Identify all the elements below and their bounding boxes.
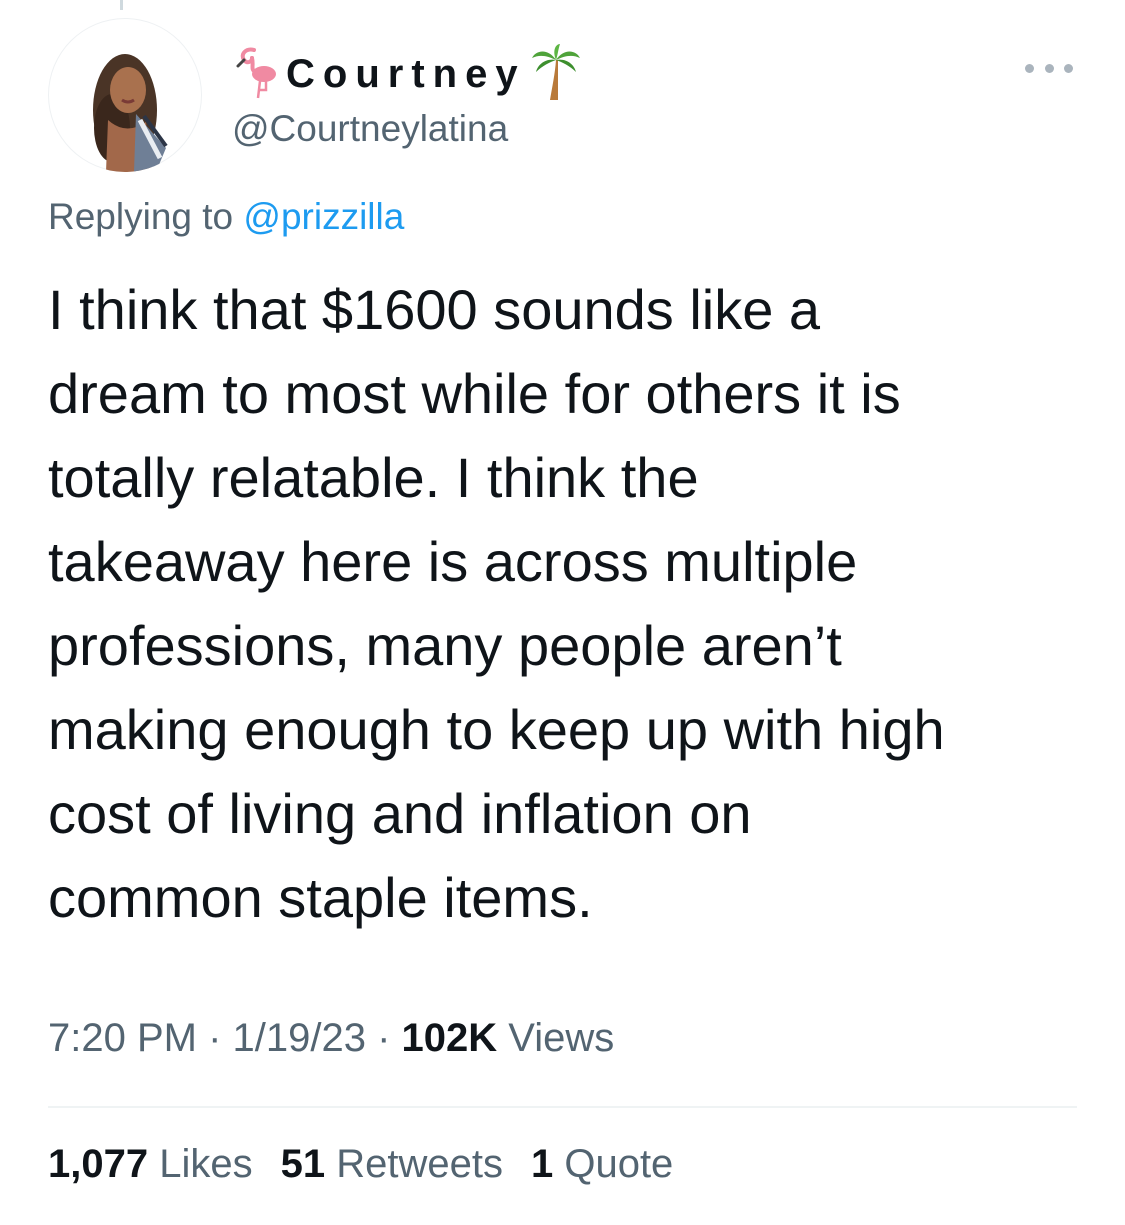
tweet-text: I think that $1600 sounds like a dream t… (48, 278, 945, 929)
dot (1064, 63, 1073, 73)
author-handle[interactable]: @Courtneylatina (232, 108, 582, 150)
tweet-date[interactable]: 1/19/23 (233, 1016, 366, 1060)
retweets-label: Retweets (325, 1142, 503, 1186)
likes-count: 1,077 (48, 1142, 149, 1186)
reply-mention-link[interactable]: @prizzilla (243, 196, 404, 237)
tweet-time[interactable]: 7:20 PM (48, 1016, 197, 1060)
likes-stat[interactable]: 1,077 Likes (48, 1142, 253, 1186)
likes-label: Likes (148, 1142, 253, 1186)
dot (1044, 63, 1054, 73)
thread-line (120, 0, 123, 10)
flamingo-icon (232, 44, 280, 105)
views-label: Views (497, 1016, 615, 1060)
divider (48, 1106, 1077, 1108)
avatar[interactable] (48, 18, 202, 172)
tweet-meta: 7:20 PM · 1/19/23 · 102K Views (48, 1016, 614, 1061)
quotes-stat[interactable]: 1 Quote (531, 1142, 673, 1186)
palm-tree-icon (530, 42, 582, 107)
tweet-card: Courtney @Courtneylatina Replying to @pr… (0, 0, 1125, 1225)
author-display-name[interactable]: Courtney (286, 52, 526, 97)
retweets-count: 51 (280, 1142, 326, 1186)
avatar-photo (93, 54, 168, 172)
quotes-label: Quote (553, 1142, 674, 1186)
meta-separator: · (365, 1016, 402, 1060)
tweet-header: Courtney @Courtneylatina (232, 40, 582, 150)
replying-to: Replying to @prizzilla (48, 196, 404, 238)
dot (1025, 63, 1034, 73)
meta-separator: · (196, 1016, 233, 1060)
author-name-row[interactable]: Courtney (232, 40, 582, 108)
retweets-stat[interactable]: 51 Retweets (281, 1142, 503, 1186)
more-options-icon[interactable] (1025, 58, 1073, 78)
replying-to-label: Replying to (48, 196, 244, 237)
views-count: 102K (401, 1016, 498, 1060)
quotes-count: 1 (530, 1142, 554, 1186)
engagement-stats: 1,077 Likes 51 Retweets 1 Quote (48, 1142, 701, 1187)
